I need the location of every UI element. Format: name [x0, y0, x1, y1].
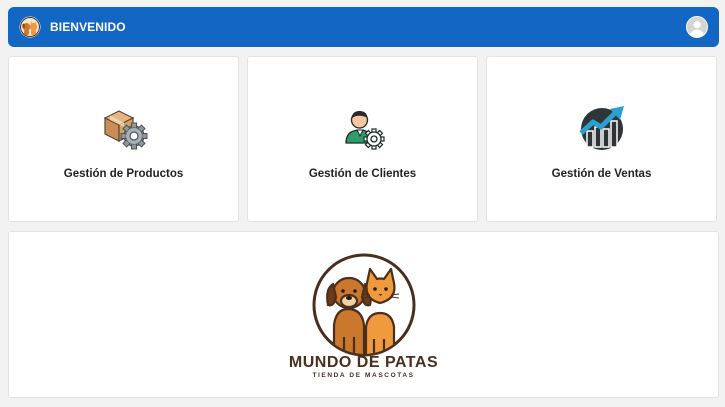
dog-cat-icon — [19, 16, 41, 38]
card-gestion-productos[interactable]: Gestión de Productos — [8, 56, 239, 222]
card-label: Gestión de Productos — [63, 168, 184, 180]
box-gear-icon — [103, 110, 147, 150]
dog-cat-logo-icon — [312, 253, 416, 357]
brand-panel: MUNDO DE PATAS TIENDA DE MASCOTAS — [8, 231, 719, 398]
brand-tagline: TIENDA DE MASCOTAS — [312, 372, 415, 379]
brand-name: MUNDO DE PATAS — [288, 354, 439, 371]
card-label: Gestión de Clientes — [308, 168, 417, 180]
card-gestion-ventas[interactable]: Gestión de Ventas — [486, 56, 717, 222]
card-gestion-clientes[interactable]: Gestión de Clientes — [247, 56, 478, 222]
user-avatar-icon[interactable] — [686, 16, 708, 38]
sales-chart-icon — [578, 106, 624, 150]
page-title: BIENVENIDO — [50, 20, 126, 34]
header-bar: BIENVENIDO — [8, 7, 719, 47]
card-label: Gestión de Ventas — [551, 168, 652, 180]
user-gear-icon — [344, 111, 385, 150]
